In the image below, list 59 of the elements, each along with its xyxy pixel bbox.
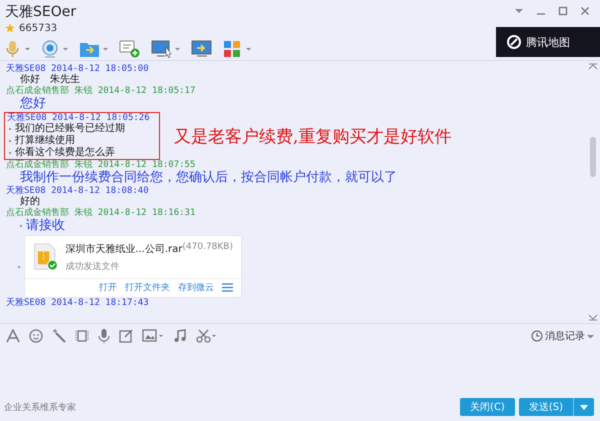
webcam-icon[interactable] (41, 40, 69, 58)
annotation-text: 又是老客户续费,重复购买才是好软件 (174, 126, 452, 148)
clock-icon (531, 330, 543, 342)
message-header: 天雅SE08 2014-8-12 18:17:43 (6, 298, 149, 308)
message-add-icon[interactable] (119, 40, 141, 58)
file-size: (470.78KB) (182, 242, 233, 252)
message-text: 你看这个续费是怎么弄 (15, 147, 115, 159)
star-icon (5, 23, 15, 33)
slogan-text: 企业关系维系专家 (4, 402, 76, 414)
scrollbar-thumb[interactable] (590, 137, 596, 177)
microphone-icon[interactable] (5, 40, 31, 58)
message-header: 点石成金销售部 朱锐 2014-8-12 18:16:31 (6, 208, 196, 218)
message-header: 点石成金销售部 朱锐 2014-8-12 18:07:55 (6, 160, 196, 170)
message-text: 打算继续使用 (15, 135, 75, 146)
message-text: 您好 (20, 96, 46, 112)
folder-icon[interactable] (79, 40, 109, 58)
message-text: 请接收 (26, 218, 65, 234)
caret-icon (580, 404, 588, 410)
message-header: 天雅SE08 2014-8-12 18:08:40 (6, 186, 149, 196)
expand-icon[interactable] (588, 314, 598, 321)
banner-label: 腾讯地图 (526, 34, 570, 50)
message-header: 天雅SE08 2014-8-12 18:05:00 (6, 64, 149, 74)
apps-grid-icon[interactable] (223, 40, 253, 58)
scissors-icon[interactable] (196, 329, 218, 343)
font-icon[interactable] (6, 329, 20, 343)
send-options-button[interactable] (573, 398, 594, 416)
map-logo-icon (506, 35, 522, 49)
history-button[interactable]: 消息记录 (531, 329, 594, 343)
message-header: 天雅SE08 2014-8-12 18:05:26 (7, 113, 151, 123)
map-banner[interactable]: 腾讯地图 (496, 27, 600, 57)
screenshot-icon[interactable] (75, 329, 89, 343)
collapse-icon[interactable] (588, 63, 598, 70)
file-action-link[interactable]: 打开 (99, 281, 117, 294)
music-note-icon[interactable] (173, 329, 187, 343)
message-text: 我制作一份续费合同给您，您确认后，按合同帐户付款，就可以了 (20, 170, 397, 186)
magic-wand-icon[interactable] (52, 329, 66, 343)
maximize-icon[interactable] (558, 6, 568, 16)
message-text: 我们的已经账号已经过期 (15, 123, 125, 134)
file-action-link[interactable]: 存到微云 (178, 281, 214, 294)
smiley-icon[interactable] (29, 329, 43, 343)
edit-icon[interactable] (119, 329, 133, 343)
dropdown-icon[interactable] (514, 7, 524, 15)
screen-share-icon[interactable] (151, 40, 181, 58)
image-icon[interactable] (142, 329, 164, 343)
account-number: 665733 (19, 22, 58, 34)
window-title: 天雅SEOer (5, 3, 78, 21)
message-text: 你好 朱先生 (20, 74, 80, 86)
close-button[interactable]: 关闭(C) (460, 398, 515, 416)
message-text: 好的 (20, 196, 40, 208)
microphone-icon[interactable] (98, 329, 110, 343)
caret-icon (587, 334, 594, 338)
screen-transfer-icon[interactable] (191, 40, 213, 58)
send-button[interactable]: 发送(S) (518, 398, 573, 416)
message-header: 点石成金销售部 朱锐 2014-8-12 18:05:17 (6, 86, 196, 96)
file-status: 成功发送文件 (65, 260, 120, 272)
file-action-link[interactable]: 打开文件夹 (125, 281, 170, 294)
menu-icon[interactable] (222, 283, 233, 292)
file-name: 深圳市天雅纸业...公司.rar (65, 242, 182, 256)
close-icon[interactable] (580, 6, 590, 16)
